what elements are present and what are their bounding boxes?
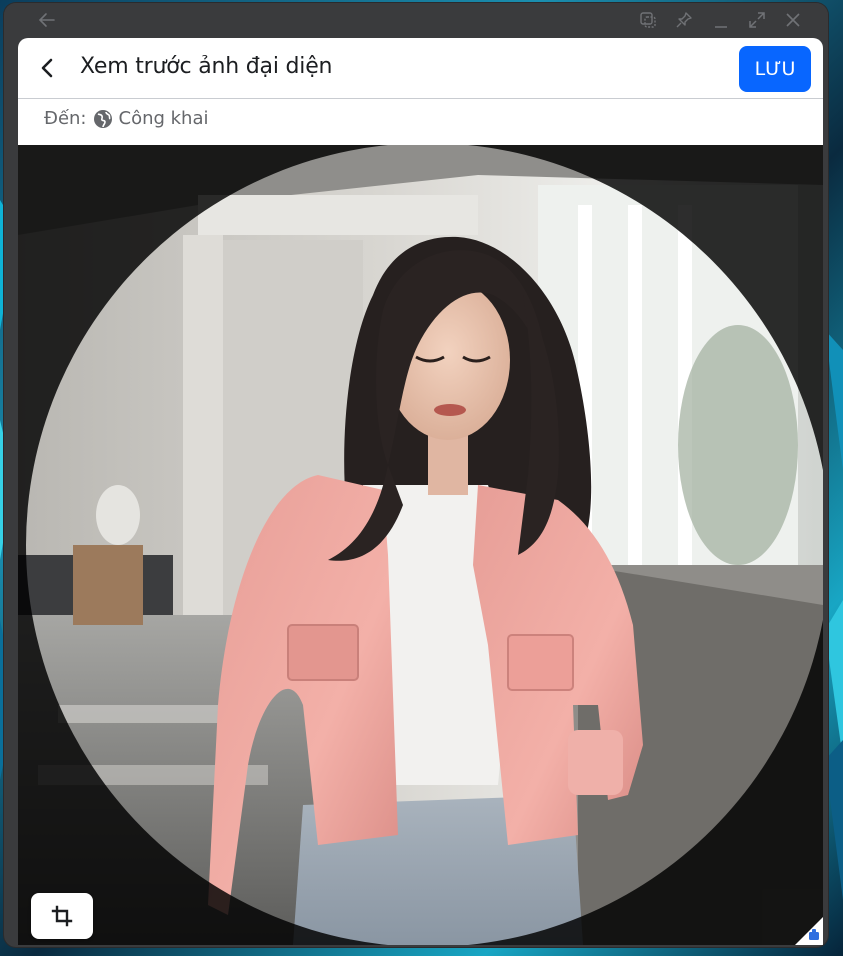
maximize-icon[interactable]: [744, 7, 770, 33]
avatar-preview-area[interactable]: [18, 145, 823, 945]
page-title: Xem trước ảnh đại diện: [80, 54, 333, 79]
audience-value: Công khai: [118, 108, 209, 129]
pin-icon[interactable]: [671, 7, 697, 33]
close-icon[interactable]: [780, 7, 806, 33]
app-window: Xem trước ảnh đại diện LƯU Đến: Công kha…: [4, 3, 828, 947]
picture-in-picture-icon[interactable]: [635, 7, 661, 33]
chevron-left-icon: [41, 58, 53, 78]
save-button[interactable]: LƯU: [739, 46, 811, 92]
minimize-icon[interactable]: [708, 7, 734, 33]
back-arrow-icon[interactable]: [34, 7, 60, 33]
back-button[interactable]: [32, 52, 64, 84]
crop-icon: [51, 905, 73, 927]
circle-crop-mask: [18, 145, 823, 945]
globe-icon: [93, 109, 113, 129]
crop-button[interactable]: [31, 893, 93, 939]
dialog-header: Xem trước ảnh đại diện LƯU: [18, 38, 823, 99]
avatar-preview-dialog: Xem trước ảnh đại diện LƯU Đến: Công kha…: [18, 38, 823, 945]
window-titlebar: [4, 3, 828, 37]
corner-badge-icon: [795, 917, 823, 945]
audience-prefix: Đến:: [44, 108, 87, 129]
audience-selector[interactable]: Đến: Công khai: [44, 108, 209, 129]
